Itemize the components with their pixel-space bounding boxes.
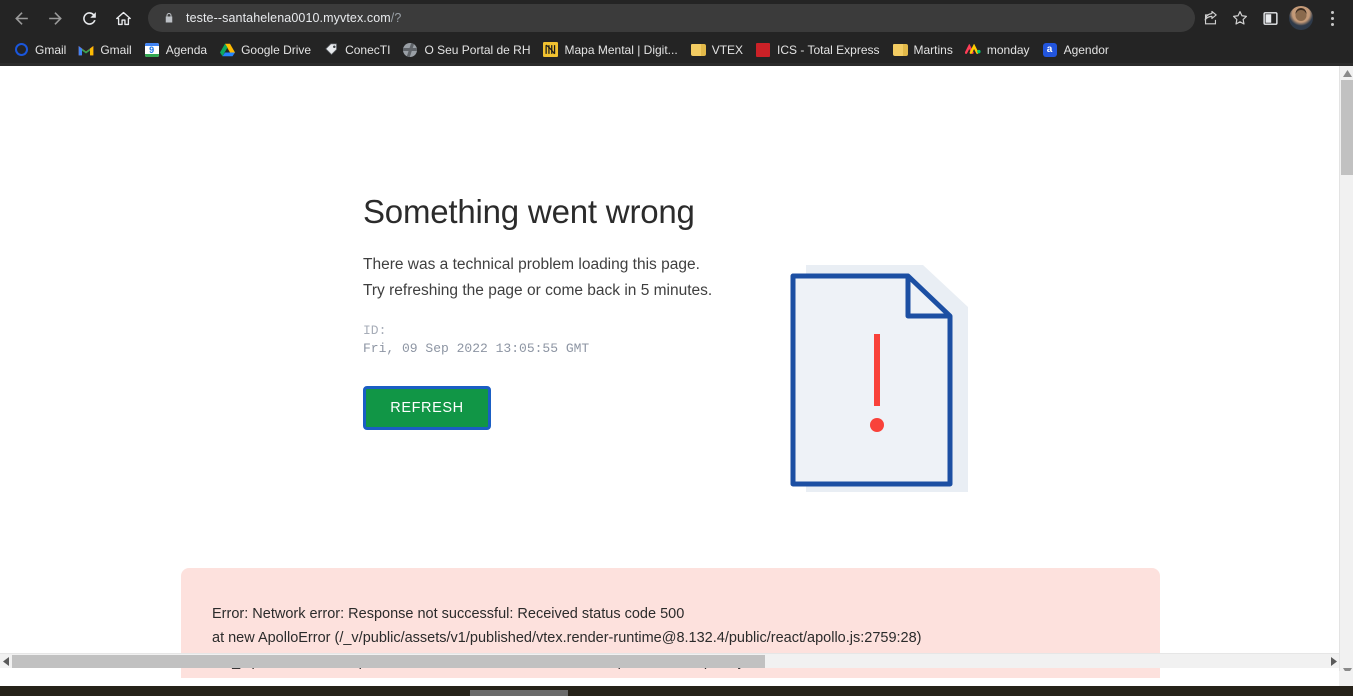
bookmark-mapa-mental[interactable]: Mapa Mental | Digit... — [538, 39, 685, 61]
tag-icon — [323, 42, 339, 58]
browser-toolbar: teste--santahelena0010.myvtex.com/? — [0, 0, 1353, 36]
bookmark-conecti[interactable]: ConecTI — [318, 39, 397, 61]
error-log-line: at /_v/public/assets/v1/published/vtex.r… — [212, 674, 1130, 678]
blue-ring-icon — [13, 42, 29, 58]
page-viewport: Something went wrong There was a technic… — [0, 66, 1339, 678]
bookmark-label: Google Drive — [241, 42, 312, 57]
side-panel-icon[interactable] — [1255, 3, 1285, 33]
home-button[interactable] — [106, 3, 140, 33]
error-id-label: ID: — [363, 323, 387, 338]
bookmark-star-icon[interactable] — [1225, 3, 1255, 33]
bookmark-label: Gmail — [35, 42, 67, 57]
folder-icon — [690, 42, 706, 58]
globe-icon — [402, 42, 418, 58]
bookmark-google-drive[interactable]: Google Drive — [214, 39, 318, 61]
error-id-value: Fri, 09 Sep 2022 13:05:55 GMT — [363, 341, 590, 356]
folder-icon — [892, 42, 908, 58]
vertical-scrollbar[interactable] — [1339, 66, 1353, 678]
bookmark-gmail-2[interactable]: Gmail — [73, 39, 138, 61]
scroll-right-arrow-icon[interactable] — [1327, 654, 1339, 669]
error-id-block: ID: Fri, 09 Sep 2022 13:05:55 GMT — [363, 322, 793, 358]
bookmark-folder-martins[interactable]: Martins — [887, 39, 960, 61]
horizontal-scrollbar[interactable] — [0, 653, 1339, 668]
monday-icon — [964, 42, 981, 58]
reload-button[interactable] — [72, 3, 106, 33]
error-log-line: Error: Network error: Response not succe… — [212, 606, 685, 622]
calendar-day: 9 — [149, 44, 155, 55]
bookmarks-bar: Gmail Gmail 9 Agenda Google Drive ConecT… — [0, 36, 1353, 63]
bookmark-label: Mapa Mental | Digit... — [564, 42, 678, 57]
gmail-m-icon — [78, 42, 94, 58]
toolbar-actions — [1195, 3, 1353, 33]
error-description-line: Try refreshing the page or come back in … — [363, 282, 713, 299]
mapa-mental-icon — [543, 42, 559, 58]
agendor-icon: a — [1042, 42, 1058, 58]
horizontal-scroll-thumb[interactable] — [12, 655, 765, 668]
agendor-glyph: a — [1042, 42, 1057, 57]
bookmark-label: ConecTI — [345, 42, 391, 57]
share-icon[interactable] — [1195, 3, 1225, 33]
page-title: Something went wrong — [363, 193, 695, 230]
vertical-scroll-thumb[interactable] — [1341, 80, 1353, 175]
back-arrow-icon — [14, 11, 28, 25]
kebab-menu-icon[interactable] — [1317, 3, 1347, 33]
red-square-icon — [755, 42, 771, 58]
url-host: teste--santahelena0010.myvtex.com — [186, 11, 391, 25]
bookmark-agendor[interactable]: a Agendor — [1037, 39, 1116, 61]
address-bar[interactable]: teste--santahelena0010.myvtex.com/? — [148, 4, 1195, 32]
bookmark-label: Agenda — [165, 42, 208, 57]
error-log-line: at new ApolloError (/_v/public/assets/v1… — [212, 630, 922, 646]
avatar[interactable] — [1289, 6, 1313, 30]
bookmark-label: monday — [986, 42, 1030, 57]
refresh-button[interactable]: REFRESH — [363, 386, 491, 430]
bookmark-label: Gmail — [100, 42, 132, 57]
bookmark-folder-vtex[interactable]: VTEX — [685, 39, 750, 61]
error-message-block: Something went wrong There was a technic… — [363, 192, 793, 430]
bookmark-label: ICS - Total Express — [777, 42, 880, 57]
bookmark-monday[interactable]: monday — [960, 39, 1037, 61]
bookmark-ics-total-express[interactable]: ICS - Total Express — [750, 39, 886, 61]
bookmark-agenda[interactable]: 9 Agenda — [139, 39, 214, 61]
document-error-icon — [789, 262, 984, 497]
bookmark-label: VTEX — [711, 42, 744, 57]
scrollbar-corner — [1339, 671, 1353, 686]
home-icon — [115, 11, 131, 25]
address-bar-url: teste--santahelena0010.myvtex.com/? — [186, 11, 401, 25]
taskbar — [0, 686, 1353, 696]
forward-arrow-icon — [48, 11, 62, 25]
google-drive-icon — [219, 42, 235, 58]
taskbar-active-segment — [470, 690, 568, 696]
bookmark-gmail-1[interactable]: Gmail — [8, 39, 73, 61]
reload-icon — [82, 11, 96, 25]
lock-icon — [160, 10, 178, 26]
bookmark-label: Martins — [913, 42, 953, 57]
google-calendar-icon: 9 — [144, 42, 160, 58]
error-description: There was a technical problem loading th… — [363, 252, 793, 304]
scroll-left-arrow-icon[interactable] — [0, 654, 12, 669]
back-button[interactable] — [4, 3, 38, 33]
scroll-up-arrow-icon[interactable] — [1340, 66, 1353, 80]
bookmark-label: Agendor — [1063, 42, 1109, 57]
url-path: /? — [390, 11, 402, 25]
bookmark-portal-rh[interactable]: O Seu Portal de RH — [397, 39, 537, 61]
forward-button[interactable] — [38, 3, 72, 33]
bookmark-label: O Seu Portal de RH — [424, 42, 531, 57]
error-description-line: There was a technical problem loading th… — [363, 256, 700, 273]
